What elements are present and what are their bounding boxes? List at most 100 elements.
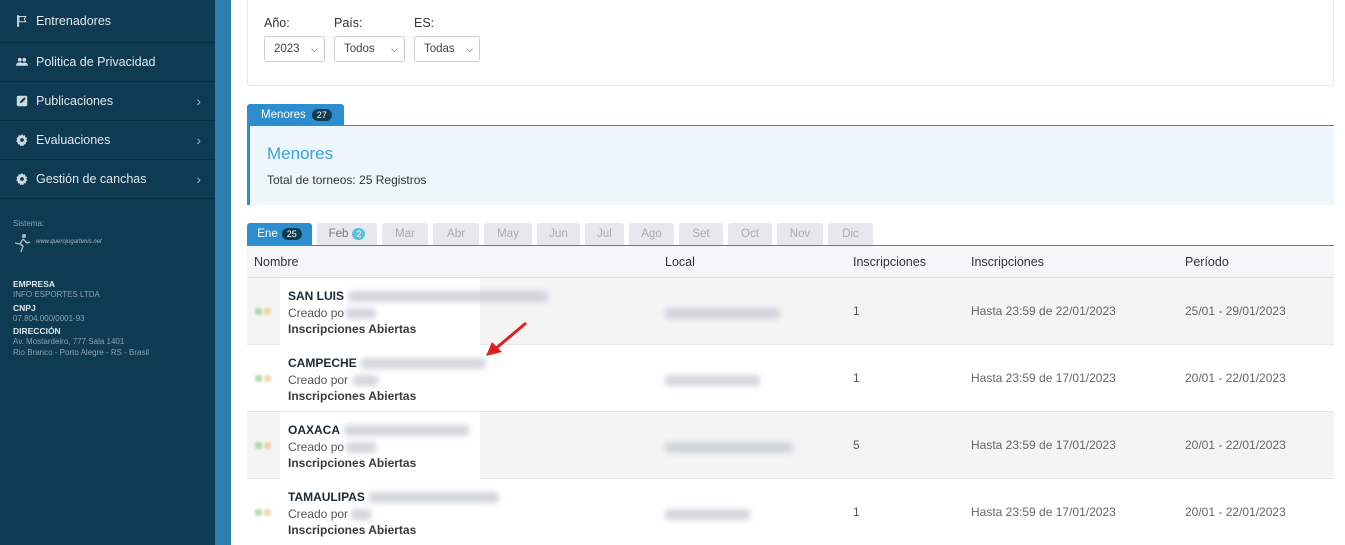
month-label: Feb <box>328 228 349 240</box>
tab-menores[interactable]: Menores 27 <box>247 104 344 126</box>
sidebar-item-label: Entrenadores <box>36 14 112 28</box>
table-row[interactable]: CAMPECHE Creado por Inscripciones Abiert… <box>247 345 1334 412</box>
periodo: 25/01 - 29/01/2023 <box>1185 304 1286 318</box>
direccion-line1: Av. Mostardeiro, 777 Sala 1401 <box>13 337 125 347</box>
tab-abr[interactable]: Abr <box>433 223 479 245</box>
tab-mar[interactable]: Mar <box>382 223 428 245</box>
month-label: Dic <box>842 228 859 240</box>
status-icons <box>255 442 271 449</box>
tab-set[interactable]: Set <box>679 223 723 245</box>
status-icons <box>255 375 271 382</box>
sidebar-item-canchas[interactable]: Gestión de canchas › <box>0 160 215 199</box>
table-row[interactable]: TAMAULIPAS Creado por Inscripciones Abie… <box>247 479 1334 545</box>
status-icons <box>255 308 271 315</box>
category-panel: Menores Total de torneos: 25 Registros <box>247 125 1334 205</box>
sistema-label: Sistema: <box>13 219 45 228</box>
inscripciones-count: 5 <box>853 438 860 452</box>
local-cell <box>665 373 760 387</box>
col-inscripciones-fecha[interactable]: Inscripciones <box>971 255 1044 269</box>
filters-panel: Año: 2023 ⌵ País: Todos ⌵ ES: Todas ⌵ <box>247 0 1334 86</box>
registration-status: Inscripciones Abiertas <box>288 322 417 336</box>
annotation-arrow-icon <box>486 321 527 356</box>
month-label: Ene <box>257 228 278 240</box>
users-icon <box>15 55 29 69</box>
month-badge: 2 <box>352 228 366 240</box>
month-label: Nov <box>789 228 811 240</box>
local-cell <box>665 507 750 521</box>
inscripciones-deadline: Hasta 23:59 de 22/01/2023 <box>971 304 1116 318</box>
sidebar-item-label: Gestión de canchas <box>36 172 147 186</box>
year-value: 2023 <box>274 43 300 55</box>
created-by: Creado por <box>288 373 379 387</box>
direccion-label: DIRECCIÓN <box>13 326 61 337</box>
local-cell <box>665 306 780 320</box>
tab-may[interactable]: May <box>484 223 532 245</box>
country-filter: País: Todos ⌵ <box>334 16 405 62</box>
table-row[interactable]: SAN LUIS Creado po Inscripciones Abierta… <box>247 278 1334 345</box>
chevron-down-icon: ⌵ <box>311 43 318 54</box>
system-logo: www.querojogartenis.net <box>13 233 202 253</box>
month-label: Jul <box>597 228 612 240</box>
gear-icon <box>15 133 29 147</box>
tab-menores-count: 27 <box>311 109 332 121</box>
empresa-value: INFO ESPORTES LTDA <box>13 290 100 300</box>
chevron-right-icon: › <box>196 171 201 187</box>
month-label: Set <box>692 228 710 240</box>
chevron-down-icon: ⌵ <box>391 43 398 54</box>
year-label: Año: <box>264 16 290 30</box>
sidebar-item-label: Politica de Privacidad <box>36 55 156 69</box>
tab-jul[interactable]: Jul <box>585 223 624 245</box>
year-select[interactable]: 2023 ⌵ <box>264 36 325 62</box>
month-badge: 25 <box>281 228 302 240</box>
col-nombre[interactable]: Nombre <box>254 255 298 269</box>
es-select[interactable]: Todas ⌵ <box>414 36 480 62</box>
inscripciones-deadline: Hasta 23:59 de 17/01/2023 <box>971 505 1116 519</box>
country-select[interactable]: Todos ⌵ <box>334 36 405 62</box>
tab-feb[interactable]: Feb 2 <box>317 223 377 245</box>
col-local[interactable]: Local <box>665 255 695 269</box>
cnpj-value: 07.804.000/0001-93 <box>13 313 85 323</box>
month-label: Ago <box>641 228 662 240</box>
es-label: ES: <box>414 16 435 30</box>
panel-title: Menores <box>267 144 334 163</box>
tab-nov[interactable]: Nov <box>777 223 823 245</box>
month-label: May <box>497 228 519 240</box>
status-icons <box>255 509 271 516</box>
edit-icon <box>15 94 29 108</box>
tab-ene[interactable]: Ene 25 <box>247 223 312 245</box>
periodo: 20/01 - 22/01/2023 <box>1185 438 1286 452</box>
local-cell <box>665 440 793 454</box>
inscripciones-count: 1 <box>853 371 860 385</box>
direccion-line2: Rio Branco - Porto Alegre - RS - Brasil <box>13 347 150 357</box>
month-label: Abr <box>447 228 465 240</box>
tab-oct[interactable]: Oct <box>728 223 772 245</box>
tab-dic[interactable]: Dic <box>828 223 873 245</box>
tournament-name[interactable]: TAMAULIPAS <box>288 490 499 504</box>
tab-jun[interactable]: Jun <box>537 223 580 245</box>
tab-ago[interactable]: Ago <box>629 223 674 245</box>
sidebar-item-privacidad[interactable]: Politica de Privacidad <box>0 43 215 82</box>
created-by: Creado por <box>288 507 372 521</box>
main-content: Año: 2023 ⌵ País: Todos ⌵ ES: Todas ⌵ Me… <box>231 0 1345 545</box>
sidebar-item-evaluaciones[interactable]: Evaluaciones › <box>0 121 215 160</box>
tab-menores-label: Menores <box>261 109 306 121</box>
chevron-right-icon: › <box>196 132 201 148</box>
es-value: Todas <box>424 43 455 55</box>
sidebar-item-label: Publicaciones <box>36 94 114 108</box>
es-filter: ES: Todas ⌵ <box>414 16 480 62</box>
tournament-name[interactable]: CAMPECHE <box>288 356 486 370</box>
month-label: Oct <box>741 228 759 240</box>
col-periodo[interactable]: Período <box>1185 255 1229 269</box>
table-row[interactable]: OAXACA Creado po Inscripciones Abiertas … <box>247 412 1334 479</box>
tournament-name[interactable]: SAN LUIS <box>288 289 549 303</box>
sidebar-item-publicaciones[interactable]: Publicaciones › <box>0 82 215 121</box>
sidebar-item-entrenadores[interactable]: Entrenadores <box>0 0 215 43</box>
month-tabs: Ene 25 Feb 2 Mar Abr May Jun Jul Ago Set O… <box>247 223 873 245</box>
periodo: 20/01 - 22/01/2023 <box>1185 371 1286 385</box>
flag-icon <box>15 14 29 28</box>
periodo: 20/01 - 22/01/2023 <box>1185 505 1286 519</box>
tournament-name[interactable]: OAXACA <box>288 423 470 437</box>
col-inscripciones[interactable]: Inscripciones <box>853 255 926 269</box>
empresa-label: EMPRESA <box>13 279 56 290</box>
registration-status: Inscripciones Abiertas <box>288 523 417 537</box>
